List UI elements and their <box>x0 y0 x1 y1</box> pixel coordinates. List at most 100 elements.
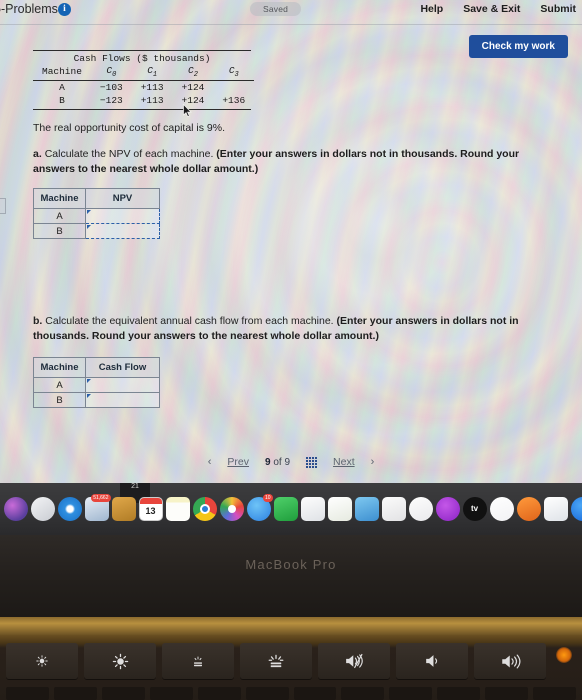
mail-badge: 51,662 <box>91 494 111 502</box>
key-row-partial <box>0 687 582 700</box>
part-b-text: Calculate the equivalent annual cash flo… <box>45 315 334 327</box>
cell-c0: −123 <box>99 94 123 106</box>
music-icon[interactable] <box>408 497 433 521</box>
col-header-c1: C1 <box>131 64 173 81</box>
appletv-icon[interactable]: tv <box>462 497 487 521</box>
cashflow-input-b[interactable] <box>85 392 160 408</box>
macos-dock: 21 51,662 13 10 tv <box>0 483 582 535</box>
mail-icon[interactable]: 51,662 <box>84 494 111 521</box>
numbers-icon[interactable] <box>327 497 352 521</box>
mute-icon <box>346 653 363 669</box>
top-links: Help Save & Exit Submit <box>420 3 576 15</box>
volume-down-key[interactable] <box>396 643 468 679</box>
left-edge-partial-element <box>0 198 6 214</box>
safari-icon[interactable] <box>57 497 82 521</box>
given-cash-flows-table: Cash Flows ($ thousands) Machine C0 C1 C… <box>33 50 255 110</box>
books-icon[interactable] <box>516 497 541 521</box>
news-icon[interactable] <box>489 497 514 521</box>
keyboard-backlight-up-key[interactable] <box>240 643 312 679</box>
cell-c0: −103 <box>99 81 123 93</box>
cell-c2: +124 <box>181 94 205 106</box>
macbook-pro-branding: MacBook Pro <box>245 557 337 572</box>
cf-row-machine: A <box>33 377 86 393</box>
cf-row-machine: B <box>33 392 86 408</box>
launchpad-icon[interactable] <box>30 497 55 521</box>
next-link[interactable]: Next <box>333 456 355 468</box>
amber-reflection <box>556 647 572 663</box>
volume-up-key[interactable] <box>474 643 546 679</box>
chevron-left-icon[interactable]: ‹ <box>208 456 212 468</box>
mouse-cursor <box>183 104 192 118</box>
header-divider <box>0 24 582 25</box>
grid-view-icon[interactable] <box>306 456 318 468</box>
cf-header-machine: Machine <box>33 357 86 378</box>
current-page: 9 <box>264 456 271 468</box>
calendar-icon[interactable]: 13 <box>138 497 163 521</box>
info-icon[interactable]: i <box>58 3 71 16</box>
keynote-icon[interactable] <box>354 497 379 521</box>
textedit-icon[interactable] <box>543 497 568 521</box>
table-row: A <box>33 208 160 224</box>
cell-c1: +113 <box>140 94 164 106</box>
chevron-right-icon[interactable]: › <box>371 456 375 468</box>
table-row: B −123 +113 +124 +136 <box>33 94 254 107</box>
npv-input-a[interactable] <box>85 208 160 224</box>
page-title: 5-Problems <box>0 2 58 16</box>
cell-c1: +113 <box>140 81 164 93</box>
part-b-label: b. <box>33 315 43 327</box>
cashflow-input-a[interactable] <box>85 377 160 393</box>
cell-machine: B <box>59 94 65 106</box>
laptop-bezel: MacBook Pro <box>0 535 582 617</box>
part-a-text: Calculate the NPV of each machine. <box>44 148 214 160</box>
mute-key[interactable] <box>318 643 390 679</box>
npv-row-machine: B <box>33 223 86 239</box>
npv-input-b[interactable] <box>85 223 160 239</box>
col-header-c2: C2 <box>172 64 214 81</box>
prev-link[interactable]: Prev <box>227 456 249 468</box>
page-counter: 9 of 9 <box>265 457 290 468</box>
npv-header-machine: Machine <box>33 188 86 209</box>
table-row: A −103 +113 +124 <box>33 80 254 94</box>
cell-machine: A <box>59 81 65 93</box>
npv-answer-table: Machine NPV A B <box>33 188 160 239</box>
finder-icon[interactable] <box>3 497 28 521</box>
brightness-up-key[interactable] <box>84 643 156 679</box>
keyboard-backlight-up-icon <box>268 654 284 668</box>
reminders-icon[interactable] <box>381 497 406 521</box>
submit-link[interactable]: Submit <box>540 3 576 15</box>
appstore-icon[interactable] <box>570 497 582 521</box>
cell-c3: +136 <box>222 94 246 106</box>
homework-page: 5-Problems i Saved Help Save & Exit Subm… <box>0 0 582 483</box>
col-header-machine: Machine <box>33 64 91 81</box>
check-my-work-button[interactable]: Check my work <box>468 35 568 58</box>
facetime-icon[interactable] <box>273 497 298 521</box>
calendar-day: 13 <box>145 506 156 516</box>
cost-of-capital-text: The real opportunity cost of capital is … <box>33 122 226 134</box>
laptop-keyboard <box>0 635 582 700</box>
part-a-label: a. <box>33 148 42 160</box>
help-link[interactable]: Help <box>420 3 443 15</box>
pages-icon[interactable] <box>300 497 325 521</box>
table-row: B <box>33 392 160 408</box>
save-and-exit-link[interactable]: Save & Exit <box>463 3 520 15</box>
laptop-hinge <box>0 617 582 635</box>
cell-c2: +124 <box>181 81 205 93</box>
chrome-icon[interactable] <box>192 497 217 521</box>
podcasts-icon[interactable] <box>435 497 460 521</box>
cf-header-value: Cash Flow <box>85 357 160 378</box>
table-row: A <box>33 377 160 393</box>
volume-down-icon <box>426 655 438 667</box>
top-bar: 5-Problems i Saved Help Save & Exit Subm… <box>0 0 582 25</box>
notes-icon[interactable] <box>165 497 190 521</box>
photos-icon[interactable] <box>219 497 244 521</box>
messages-icon[interactable]: 10 <box>246 494 273 521</box>
part-a-question: a. Calculate the NPV of each machine. (E… <box>33 147 563 177</box>
brightness-up-icon <box>112 653 128 669</box>
table-caption: Cash Flows ($ thousands) <box>73 53 211 64</box>
messages-badge: 10 <box>262 494 273 502</box>
contacts-icon[interactable] <box>111 497 136 521</box>
col-header-c0: C0 <box>90 64 132 81</box>
pagination-bar: ‹ Prev 9 of 9 Next › <box>0 450 582 474</box>
brightness-down-key[interactable] <box>6 643 78 679</box>
keyboard-backlight-down-key[interactable] <box>162 643 234 679</box>
